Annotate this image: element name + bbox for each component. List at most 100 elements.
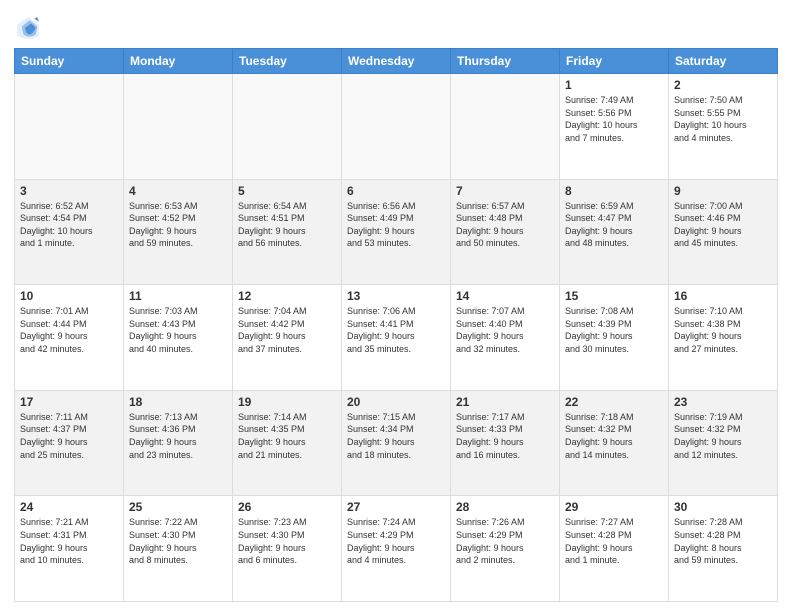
day-info: Sunrise: 7:19 AM Sunset: 4:32 PM Dayligh… <box>674 411 772 461</box>
calendar-cell: 11 Sunrise: 7:03 AM Sunset: 4:43 PM Dayli… <box>124 285 233 391</box>
day-number: 30 <box>674 500 772 514</box>
day-number: 6 <box>347 184 445 198</box>
calendar-cell: 27 Sunrise: 7:24 AM Sunset: 4:29 PM Dayli… <box>342 496 451 602</box>
weekday-header-saturday: Saturday <box>669 49 778 74</box>
calendar-cell: 25Sunrise: 7:22 AM Sunset: 4:30 PM Dayli… <box>124 496 233 602</box>
day-number: 18 <box>129 395 227 409</box>
day-info: Sunrise: 7:03 AM Sunset: 4:43 PM Dayligh… <box>129 305 227 355</box>
calendar-header: SundayMondayTuesdayWednesdayThursdayFrid… <box>15 49 778 74</box>
calendar-cell <box>124 74 233 180</box>
day-number: 17 <box>20 395 118 409</box>
weekday-header-monday: Monday <box>124 49 233 74</box>
calendar-cell: 1 Sunrise: 7:49 AM Sunset: 5:56 PM Daylig… <box>560 74 669 180</box>
day-number: 29 <box>565 500 663 514</box>
day-info: Sunrise: 7:49 AM Sunset: 5:56 PM Dayligh… <box>565 94 663 144</box>
day-info: Sunrise: 7:27 AM Sunset: 4:28 PM Dayligh… <box>565 516 663 566</box>
day-info: Sunrise: 7:22 AM Sunset: 4:30 PM Dayligh… <box>129 516 227 566</box>
day-info: Sunrise: 6:54 AM Sunset: 4:51 PM Dayligh… <box>238 200 336 250</box>
day-info: Sunrise: 7:17 AM Sunset: 4:33 PM Dayligh… <box>456 411 554 461</box>
day-number: 21 <box>456 395 554 409</box>
calendar-cell: 20 Sunrise: 7:15 AM Sunset: 4:34 PM Dayli… <box>342 390 451 496</box>
day-info: Sunrise: 7:28 AM Sunset: 4:28 PM Dayligh… <box>674 516 772 566</box>
day-number: 19 <box>238 395 336 409</box>
weekday-header-thursday: Thursday <box>451 49 560 74</box>
day-info: Sunrise: 7:01 AM Sunset: 4:44 PM Dayligh… <box>20 305 118 355</box>
calendar-cell: 7Sunrise: 6:57 AM Sunset: 4:48 PM Daylig… <box>451 179 560 285</box>
calendar-week-5: 24Sunrise: 7:21 AM Sunset: 4:31 PM Dayli… <box>15 496 778 602</box>
calendar-cell: 10 Sunrise: 7:01 AM Sunset: 4:44 PM Dayli… <box>15 285 124 391</box>
day-info: Sunrise: 7:07 AM Sunset: 4:40 PM Dayligh… <box>456 305 554 355</box>
calendar-cell: 26Sunrise: 7:23 AM Sunset: 4:30 PM Dayli… <box>233 496 342 602</box>
day-info: Sunrise: 7:13 AM Sunset: 4:36 PM Dayligh… <box>129 411 227 461</box>
day-number: 10 <box>20 289 118 303</box>
day-number: 1 <box>565 78 663 92</box>
day-info: Sunrise: 7:11 AM Sunset: 4:37 PM Dayligh… <box>20 411 118 461</box>
calendar-cell: 23Sunrise: 7:19 AM Sunset: 4:32 PM Dayli… <box>669 390 778 496</box>
calendar-cell: 13 Sunrise: 7:06 AM Sunset: 4:41 PM Dayli… <box>342 285 451 391</box>
day-info: Sunrise: 7:26 AM Sunset: 4:29 PM Dayligh… <box>456 516 554 566</box>
calendar-cell: 17 Sunrise: 7:11 AM Sunset: 4:37 PM Dayli… <box>15 390 124 496</box>
weekday-header-tuesday: Tuesday <box>233 49 342 74</box>
day-number: 11 <box>129 289 227 303</box>
calendar-cell: 16 Sunrise: 7:10 AM Sunset: 4:38 PM Dayli… <box>669 285 778 391</box>
calendar-cell: 29 Sunrise: 7:27 AM Sunset: 4:28 PM Dayli… <box>560 496 669 602</box>
calendar-body: 1 Sunrise: 7:49 AM Sunset: 5:56 PM Daylig… <box>15 74 778 602</box>
calendar-cell: 21 Sunrise: 7:17 AM Sunset: 4:33 PM Dayli… <box>451 390 560 496</box>
day-info: Sunrise: 7:15 AM Sunset: 4:34 PM Dayligh… <box>347 411 445 461</box>
day-number: 12 <box>238 289 336 303</box>
day-number: 2 <box>674 78 772 92</box>
calendar-cell <box>342 74 451 180</box>
logo-icon <box>14 14 42 42</box>
calendar-cell: 30 Sunrise: 7:28 AM Sunset: 4:28 PM Dayli… <box>669 496 778 602</box>
weekday-header-friday: Friday <box>560 49 669 74</box>
day-info: Sunrise: 7:18 AM Sunset: 4:32 PM Dayligh… <box>565 411 663 461</box>
calendar-cell: 3Sunrise: 6:52 AM Sunset: 4:54 PM Daylig… <box>15 179 124 285</box>
calendar-cell: 4Sunrise: 6:53 AM Sunset: 4:52 PM Daylig… <box>124 179 233 285</box>
calendar-cell: 18 Sunrise: 7:13 AM Sunset: 4:36 PM Dayli… <box>124 390 233 496</box>
calendar-cell: 24Sunrise: 7:21 AM Sunset: 4:31 PM Dayli… <box>15 496 124 602</box>
calendar-cell <box>15 74 124 180</box>
day-number: 5 <box>238 184 336 198</box>
calendar-week-3: 10 Sunrise: 7:01 AM Sunset: 4:44 PM Dayli… <box>15 285 778 391</box>
calendar-cell: 19Sunrise: 7:14 AM Sunset: 4:35 PM Dayli… <box>233 390 342 496</box>
day-info: Sunrise: 7:08 AM Sunset: 4:39 PM Dayligh… <box>565 305 663 355</box>
day-number: 28 <box>456 500 554 514</box>
day-number: 26 <box>238 500 336 514</box>
day-number: 14 <box>456 289 554 303</box>
calendar-week-4: 17 Sunrise: 7:11 AM Sunset: 4:37 PM Dayli… <box>15 390 778 496</box>
calendar-cell: 8 Sunrise: 6:59 AM Sunset: 4:47 PM Daylig… <box>560 179 669 285</box>
calendar-week-2: 3Sunrise: 6:52 AM Sunset: 4:54 PM Daylig… <box>15 179 778 285</box>
day-info: Sunrise: 6:59 AM Sunset: 4:47 PM Dayligh… <box>565 200 663 250</box>
header <box>14 10 778 42</box>
calendar-cell: 5 Sunrise: 6:54 AM Sunset: 4:51 PM Daylig… <box>233 179 342 285</box>
calendar-cell: 14 Sunrise: 7:07 AM Sunset: 4:40 PM Dayli… <box>451 285 560 391</box>
day-number: 8 <box>565 184 663 198</box>
day-info: Sunrise: 7:50 AM Sunset: 5:55 PM Dayligh… <box>674 94 772 144</box>
day-info: Sunrise: 7:06 AM Sunset: 4:41 PM Dayligh… <box>347 305 445 355</box>
calendar-cell: 15 Sunrise: 7:08 AM Sunset: 4:39 PM Dayli… <box>560 285 669 391</box>
calendar-cell <box>233 74 342 180</box>
calendar-cell <box>451 74 560 180</box>
day-number: 15 <box>565 289 663 303</box>
day-number: 7 <box>456 184 554 198</box>
calendar-table: SundayMondayTuesdayWednesdayThursdayFrid… <box>14 48 778 602</box>
day-number: 27 <box>347 500 445 514</box>
day-number: 16 <box>674 289 772 303</box>
day-number: 22 <box>565 395 663 409</box>
day-number: 20 <box>347 395 445 409</box>
day-info: Sunrise: 7:10 AM Sunset: 4:38 PM Dayligh… <box>674 305 772 355</box>
day-info: Sunrise: 7:04 AM Sunset: 4:42 PM Dayligh… <box>238 305 336 355</box>
day-number: 24 <box>20 500 118 514</box>
day-info: Sunrise: 7:24 AM Sunset: 4:29 PM Dayligh… <box>347 516 445 566</box>
calendar-cell: 2 Sunrise: 7:50 AM Sunset: 5:55 PM Daylig… <box>669 74 778 180</box>
weekday-header-wednesday: Wednesday <box>342 49 451 74</box>
calendar-cell: 9Sunrise: 7:00 AM Sunset: 4:46 PM Daylig… <box>669 179 778 285</box>
day-info: Sunrise: 6:53 AM Sunset: 4:52 PM Dayligh… <box>129 200 227 250</box>
weekday-header-sunday: Sunday <box>15 49 124 74</box>
weekday-row: SundayMondayTuesdayWednesdayThursdayFrid… <box>15 49 778 74</box>
calendar-cell: 22 Sunrise: 7:18 AM Sunset: 4:32 PM Dayli… <box>560 390 669 496</box>
calendar-cell: 6 Sunrise: 6:56 AM Sunset: 4:49 PM Daylig… <box>342 179 451 285</box>
day-info: Sunrise: 6:56 AM Sunset: 4:49 PM Dayligh… <box>347 200 445 250</box>
day-number: 13 <box>347 289 445 303</box>
page: SundayMondayTuesdayWednesdayThursdayFrid… <box>0 0 792 612</box>
